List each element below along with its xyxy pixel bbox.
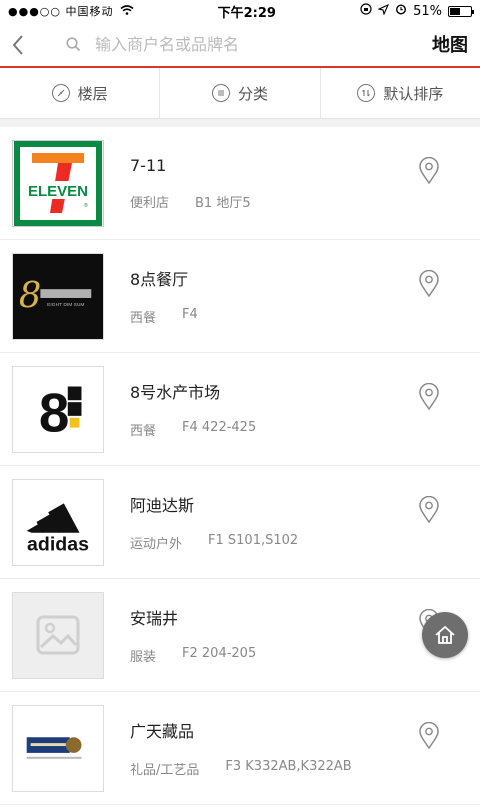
- store-category: 服装: [130, 650, 157, 665]
- store-location: F1 S101,S102: [208, 533, 299, 548]
- adidas-logo: adidas: [12, 478, 104, 566]
- section-divider: [0, 119, 480, 127]
- store-item[interactable]: 广天藏品 礼品/工艺品 F3 K332AB,K322AB: [0, 692, 480, 805]
- store-category: 运动户外: [130, 537, 183, 552]
- map-pin-icon: [419, 495, 439, 524]
- carrier-signal: ●●●○○ 中国移动: [8, 5, 114, 18]
- rotation-lock-icon: [360, 3, 372, 19]
- 8-seafood-market-logo: 8: [12, 365, 104, 453]
- filter-category-label: 分类: [237, 84, 268, 103]
- back-button[interactable]: [0, 21, 36, 67]
- search-field[interactable]: [36, 21, 420, 67]
- category-icon: [211, 84, 230, 102]
- eight-dim-sum-logo: 8 EIGHT DIM SUM: [12, 252, 104, 340]
- map-pin-button[interactable]: [418, 269, 440, 302]
- store-item[interactable]: 8 8号水产市场 西餐 F4 422-425: [0, 353, 480, 466]
- battery-percent: 51%: [413, 3, 442, 19]
- svg-text:ELEVEN: ELEVEN: [28, 183, 88, 200]
- chevron-left-icon: [12, 34, 23, 55]
- filter-category[interactable]: 分类: [160, 68, 321, 118]
- floor-icon: [51, 84, 70, 102]
- svg-text:adidas: adidas: [27, 533, 89, 555]
- status-bar: ●●●○○ 中国移动 下午2:29 51%: [0, 0, 480, 22]
- store-item[interactable]: 安瑞井 服装 F2 204-205: [0, 579, 480, 692]
- home-icon: [435, 625, 455, 644]
- map-pin-button[interactable]: [418, 382, 440, 415]
- svg-text:8: 8: [19, 274, 41, 315]
- store-location: F3 K332AB,K322AB: [225, 759, 352, 774]
- svg-text:®: ®: [84, 202, 88, 209]
- map-pin-icon: [419, 269, 439, 298]
- map-pin-button[interactable]: [418, 495, 440, 528]
- eight-dim-sum-logo-text: EIGHT DIM SUM: [47, 301, 84, 307]
- store-category: 礼品/工艺品: [130, 763, 200, 778]
- filter-floor-label: 楼层: [77, 84, 108, 103]
- store-item[interactable]: 8 EIGHT DIM SUM 8点餐厅 西餐 F4: [0, 240, 480, 353]
- battery-icon: [448, 5, 474, 17]
- store-category: 西餐: [130, 311, 157, 326]
- map-pin-icon: [419, 382, 439, 411]
- home-button[interactable]: [422, 612, 468, 658]
- store-category: 西餐: [130, 424, 157, 439]
- store-item[interactable]: adidas 阿迪达斯 运动户外 F1 S101,S102: [0, 466, 480, 579]
- alarm-icon: [395, 3, 407, 19]
- store-list: ELEVEN ® 7-11 便利店 B1 地厅5 8 EIGHT DIM SUM: [0, 127, 480, 805]
- filter-bar: 楼层 分类 默认排序: [0, 68, 480, 119]
- search-icon: [66, 36, 81, 51]
- location-arrow-icon: [377, 3, 390, 19]
- map-pin-button[interactable]: [418, 721, 440, 754]
- store-location: F2 204-205: [182, 646, 257, 661]
- filter-floor[interactable]: 楼层: [0, 68, 161, 118]
- search-input[interactable]: [93, 33, 397, 55]
- filter-sort-label: 默认排序: [383, 84, 444, 103]
- store-location: F4: [182, 307, 198, 322]
- 7-eleven-logo: ELEVEN ®: [12, 139, 104, 227]
- store-item[interactable]: ELEVEN ® 7-11 便利店 B1 地厅5: [0, 127, 480, 240]
- map-pin-button[interactable]: [418, 156, 440, 189]
- wifi-icon: [119, 4, 134, 19]
- store-location: F4 422-425: [182, 420, 257, 435]
- store-category: 便利店: [130, 195, 170, 211]
- search-bar: 地图: [0, 22, 480, 68]
- filter-sort[interactable]: 默认排序: [321, 68, 480, 118]
- map-pin-icon: [419, 156, 439, 185]
- map-button[interactable]: 地图: [420, 31, 480, 57]
- status-time: 下午2:29: [217, 5, 276, 21]
- map-pin-icon: [419, 721, 439, 750]
- placeholder-image-icon: [12, 591, 104, 679]
- sort-icon: [357, 84, 376, 102]
- svg-text:8: 8: [39, 381, 69, 443]
- guangtian-collection-logo: [12, 704, 104, 792]
- store-location: B1 地厅5: [195, 195, 251, 211]
